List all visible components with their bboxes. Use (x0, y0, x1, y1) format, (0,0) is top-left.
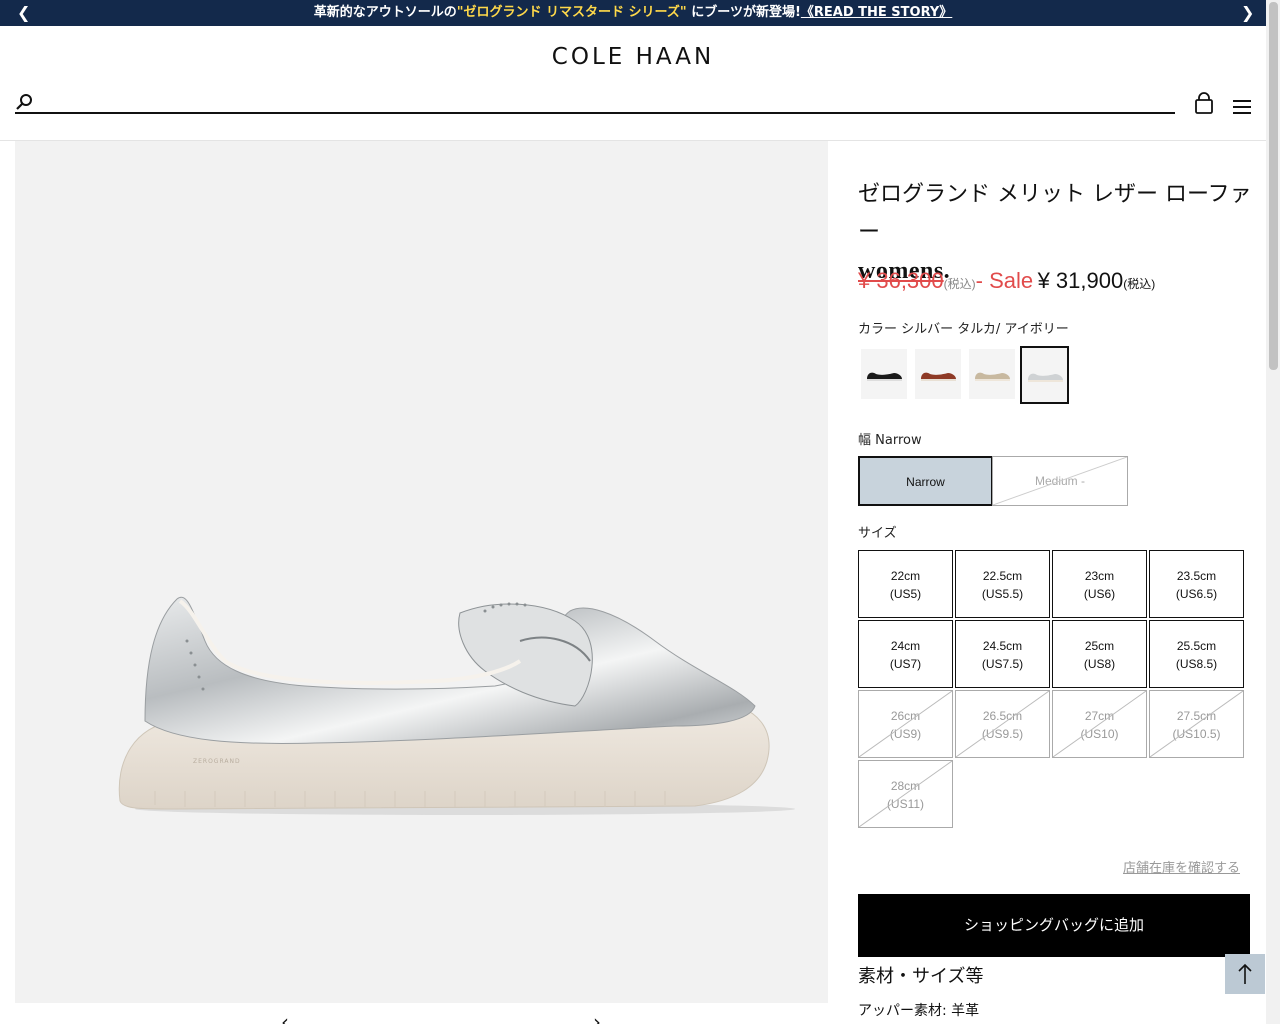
arrow-up-icon (1238, 963, 1252, 984)
size-us: (US6.5) (1175, 587, 1218, 601)
size-cm: 23.5cm (1176, 569, 1217, 583)
swatch-silver[interactable] (1020, 346, 1069, 404)
size-cm: 27.5cm (1176, 709, 1217, 723)
size-cm: 24.5cm (982, 639, 1023, 653)
size-option[interactable]: 24cm (US7) (858, 620, 953, 688)
current-price-tax: (税込) (1123, 277, 1156, 291)
size-us: (US7.5) (981, 657, 1024, 671)
width-medium-button[interactable]: Medium - (992, 456, 1128, 506)
product-image[interactable]: ZEROGRAND (15, 141, 828, 1003)
size-cm: 28cm (890, 779, 921, 793)
size-us: (US9.5) (981, 727, 1024, 741)
size-cm: 25.5cm (1176, 639, 1217, 653)
size-cm: 26cm (890, 709, 921, 723)
shoe-thumbnail-icon (921, 372, 956, 381)
size-option[interactable]: 26.5cm (US9.5) (955, 690, 1050, 758)
shoe-thumbnail-icon (975, 372, 1010, 381)
promo-text-after: にブーツが新登場! (686, 5, 801, 20)
size-us: (US5.5) (981, 587, 1024, 601)
promo-highlight: "ゼログランド リマスタード シリーズ" (456, 5, 687, 20)
shoe-illustration: ZEROGRAND (118, 596, 795, 815)
swatch-black[interactable] (860, 348, 908, 400)
color-value: シルバー タルカ/ アイボリー (901, 322, 1069, 337)
details-section-title[interactable]: 素材・サイズ等 (858, 962, 983, 988)
size-option[interactable]: 25.5cm (US8.5) (1149, 620, 1244, 688)
gallery-prev-chevron-icon[interactable]: ‹ (281, 1012, 289, 1024)
price-block: ¥ 36,300(税込)- Sale ¥ 31,900(税込) (858, 268, 1155, 294)
material-value: 羊革 (951, 1003, 980, 1019)
site-logo[interactable]: COLE HAAN (0, 44, 1266, 70)
hamburger-menu-icon[interactable] (1231, 97, 1253, 117)
shoe-thumbnail-icon (867, 372, 902, 381)
back-to-top-button[interactable] (1225, 954, 1265, 994)
sole-brand-text: ZEROGRAND (193, 758, 241, 765)
sale-label: - Sale (975, 268, 1034, 293)
size-label: サイズ (858, 526, 897, 541)
search-input[interactable] (41, 92, 1161, 112)
shopping-bag-icon[interactable] (1193, 92, 1215, 116)
size-us: (US8.5) (1175, 657, 1218, 671)
current-price: ¥ 31,900 (1037, 268, 1124, 293)
swatch-champagne[interactable] (968, 348, 1016, 400)
promo-message: 革新的なアウトソールの"ゼログランド リマスタード シリーズ" にブーツが新登場… (0, 5, 1266, 20)
search-icon[interactable] (15, 92, 35, 112)
swatch-brown[interactable] (914, 348, 962, 400)
size-us: (US11) (886, 797, 925, 811)
size-cm: 23cm (1084, 569, 1115, 583)
size-option[interactable]: 27.5cm (US10.5) (1149, 690, 1244, 758)
size-option[interactable]: 27cm (US10) (1052, 690, 1147, 758)
material-info: アッパー素材: 羊革 (858, 1000, 979, 1020)
size-option[interactable]: 23cm (US6) (1052, 550, 1147, 618)
width-value: Narrow (875, 433, 922, 448)
material-label: アッパー素材: (858, 1003, 947, 1019)
width-narrow-button[interactable]: Narrow (858, 456, 993, 506)
width-label: 幅 Narrow (858, 429, 922, 448)
check-store-stock-link[interactable]: 店舗在庫を確認する (1123, 857, 1240, 876)
size-cm: 24cm (890, 639, 921, 653)
size-cm: 22.5cm (982, 569, 1023, 583)
gallery-next-chevron-icon[interactable]: › (593, 1012, 601, 1024)
size-option[interactable]: 22.5cm (US5.5) (955, 550, 1050, 618)
size-us: (US10) (1080, 727, 1119, 741)
original-price-tax: (税込) (943, 277, 976, 291)
product-name: ゼログランド メリット レザー ローファー (858, 182, 1252, 245)
size-option[interactable]: 26cm (US9) (858, 690, 953, 758)
size-us: (US5) (889, 587, 922, 601)
size-option[interactable]: 25cm (US8) (1052, 620, 1147, 688)
original-price: ¥ 36,300 (858, 268, 944, 293)
size-grid: 22cm (US5) 22.5cm (US5.5) 23cm (US6) 23.5cm (US… (858, 550, 1250, 830)
promo-next-chevron-icon[interactable]: ❯ (1241, 4, 1254, 22)
size-cm: 26.5cm (982, 709, 1023, 723)
size-us: (US9) (889, 727, 922, 741)
add-to-bag-button[interactable]: ショッピングバッグに追加 (858, 894, 1250, 957)
page-scrollbar[interactable] (1266, 0, 1280, 1024)
read-the-story-link[interactable]: 《READ THE STORY》 (801, 5, 952, 20)
size-us: (US6) (1083, 587, 1116, 601)
width-label-title: 幅 (858, 433, 872, 448)
size-cm: 27cm (1084, 709, 1115, 723)
search-bar (15, 92, 1175, 114)
promo-text-before: 革新的なアウトソールの (313, 5, 457, 20)
color-label-title: カラー (858, 322, 898, 337)
promo-banner: ❮ 革新的なアウトソールの"ゼログランド リマスタード シリーズ" にブーツが新… (0, 0, 1266, 26)
size-cm: 25cm (1084, 639, 1115, 653)
size-option[interactable]: 24.5cm (US7.5) (955, 620, 1050, 688)
size-us: (US10.5) (1172, 727, 1221, 741)
size-option[interactable]: 23.5cm (US6.5) (1149, 550, 1244, 618)
width-medium-label: Medium - (1034, 474, 1085, 488)
shoe-thumbnail-icon (1028, 373, 1063, 382)
size-us: (US8) (1083, 657, 1116, 671)
size-cm: 22cm (890, 569, 921, 583)
scrollbar-thumb[interactable] (1269, 2, 1278, 370)
size-option[interactable]: 28cm (US11) (858, 760, 953, 828)
size-option[interactable]: 22cm (US5) (858, 550, 953, 618)
size-us: (US7) (889, 657, 922, 671)
color-label: カラー シルバー タルカ/ アイボリー (858, 318, 1069, 337)
